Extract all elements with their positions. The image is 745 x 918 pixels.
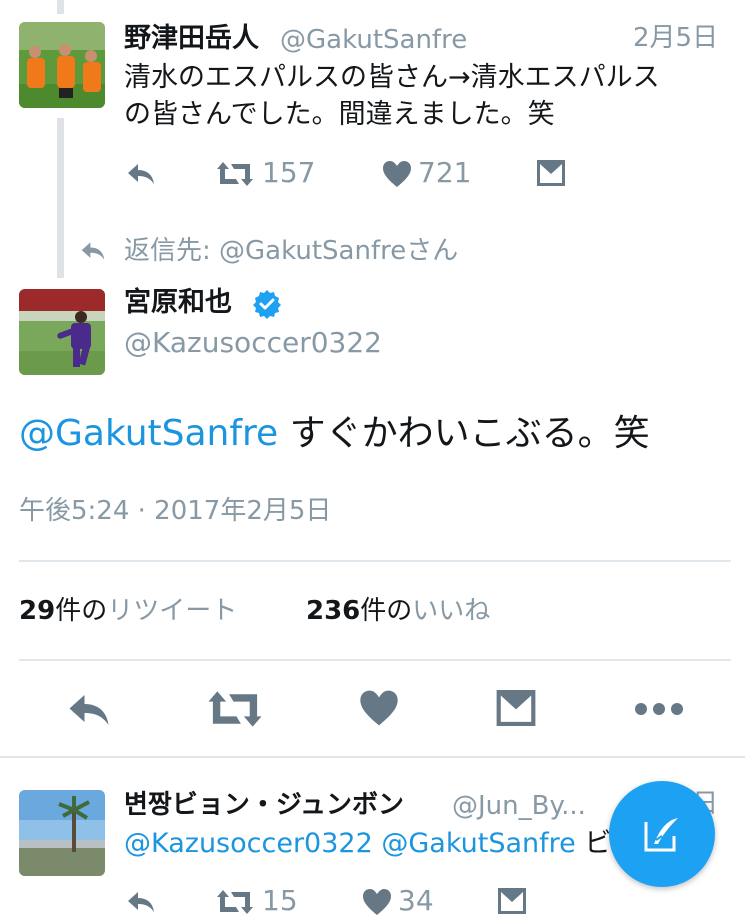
tweet-author-name[interactable]: 변짱ビョン・ジュンボン [124,788,404,822]
like-stat-label-b: いいね [412,596,491,626]
main-avatar[interactable] [19,289,105,375]
retweet-stats[interactable]: 29件のリツイート [19,594,237,628]
tweet-author-name[interactable]: 野津田岳人 [124,22,259,56]
thread-line [57,118,64,278]
reply-icon[interactable] [126,162,156,186]
retweet-icon[interactable] [216,888,254,916]
retweet-icon[interactable] [207,688,263,730]
main-tweet-mention[interactable]: @GakutSanfre [19,413,278,454]
tweet-text-line2: の皆さんでした。間違えました。笑 [124,99,555,130]
verified-icon [253,290,281,319]
tweet-text-tail: ビ [575,828,612,859]
like-stats[interactable]: 236件のいいね [306,594,490,628]
compose-icon [644,818,678,852]
divider [19,560,731,562]
reply-context-icon [81,242,105,260]
reply-context-prefix: 返信先: [124,236,220,266]
divider [0,756,745,758]
like-count: 721 [418,156,472,189]
like-stat-count: 236 [306,596,361,626]
tweet-author-handle[interactable]: @GakutSanfre [280,24,467,56]
main-author-handle[interactable]: @Kazusoccer0322 [124,326,382,360]
tweet-text-line1: 清水のエスパルスの皆さん→清水エスパルス [124,62,660,93]
tweet-mention[interactable]: @Kazusoccer0322 [124,828,373,859]
heart-icon[interactable] [359,689,399,727]
like-stat-label-a: 件の [360,596,413,626]
like-count: 34 [398,884,434,917]
reply-context: 返信先: @GakutSanfreさん [124,234,458,268]
dm-icon[interactable] [496,690,536,726]
more-icon[interactable] [633,701,685,717]
avatar[interactable] [19,22,105,108]
dm-icon[interactable] [537,160,565,186]
heart-icon[interactable] [362,888,392,916]
retweet-stat-count: 29 [19,596,56,626]
reply-context-handle[interactable]: @GakutSanfreさん [219,236,458,266]
dm-icon[interactable] [498,888,526,914]
main-author-name[interactable]: 宮原和也 [124,286,232,320]
tweet-text: @Kazusoccer0322 @GakutSanfre ビ [124,826,611,862]
heart-icon[interactable] [382,160,412,188]
main-tweet-text: @GakutSanfre すぐかわいこぶる。笑 [19,412,650,456]
retweet-stat-label-a: 件の [55,596,108,626]
retweet-count: 15 [262,884,298,917]
retweet-icon[interactable] [216,160,254,188]
reply-icon[interactable] [126,890,156,914]
thread-line-top [57,0,64,14]
divider [19,659,731,661]
main-tweet-body: すぐかわいこぶる。笑 [278,413,650,454]
main-tweet-timestamp: 午後5:24 · 2017年2月5日 [19,496,332,526]
retweet-stat-label-b: リツイート [107,596,238,626]
tweet-date[interactable]: 2月5日 [633,22,718,54]
avatar[interactable] [19,790,105,876]
retweet-count: 157 [262,156,316,189]
tweet-mention[interactable]: @GakutSanfre [381,828,575,859]
tweet-author-handle[interactable]: @Jun_By... [452,790,586,822]
compose-button[interactable] [609,781,715,887]
reply-icon[interactable] [66,692,112,728]
